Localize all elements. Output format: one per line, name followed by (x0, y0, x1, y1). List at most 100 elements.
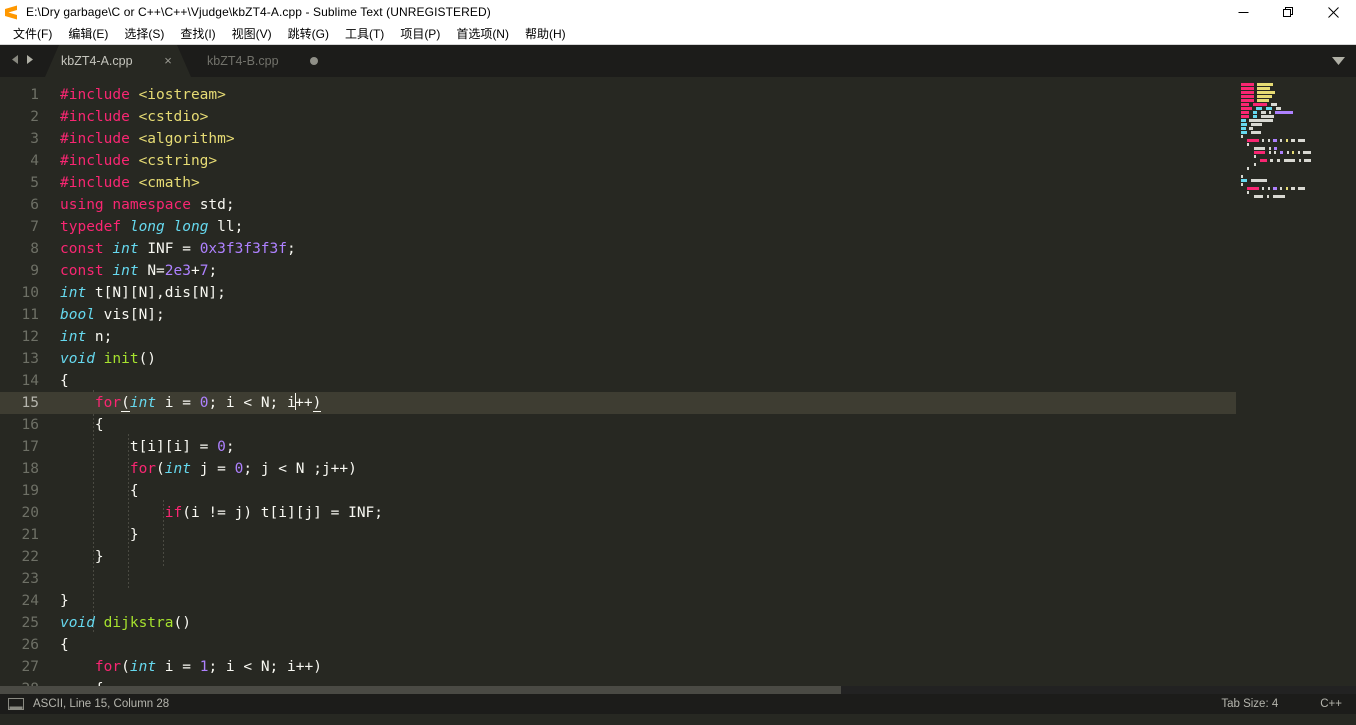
status-encoding-position: ASCII, Line 15, Column 28 (33, 698, 170, 710)
tab-kbzt4-b[interactable]: kbZT4-B.cpp (191, 45, 337, 77)
line-number: 19 (21, 483, 39, 499)
code-line[interactable]: #include <algorithm> (48, 128, 1236, 150)
status-right-group: Tab Size: 4 C++ (1221, 694, 1356, 714)
minimap-line (1240, 139, 1352, 142)
code-line[interactable]: #include <cstdio> (48, 106, 1236, 128)
code-line[interactable]: t[i][i] = 0; (48, 436, 1236, 458)
menu-item-view[interactable]: 视图(V) (224, 25, 280, 44)
tab-kbzt4-a[interactable]: kbZT4-A.cpp × (45, 45, 191, 77)
minimap-line (1240, 191, 1352, 194)
line-number: 18 (21, 461, 39, 477)
line-number: 15 (0, 392, 48, 414)
menu-bar: 文件(F) 编辑(E) 选择(S) 查找(I) 视图(V) 跳转(G) 工具(T… (0, 24, 1356, 45)
menu-item-file[interactable]: 文件(F) (5, 25, 60, 44)
minimap-line (1240, 103, 1352, 106)
code-line[interactable]: #include <cmath> (48, 172, 1236, 194)
line-number: 22 (21, 549, 39, 565)
text-cursor (294, 393, 296, 410)
minimap-line (1240, 163, 1352, 166)
line-number: 7 (30, 219, 39, 235)
tab-bar: kbZT4-A.cpp × kbZT4-B.cpp (0, 45, 1356, 77)
code-line[interactable]: if(i != j) t[i][j] = INF; (48, 502, 1236, 524)
line-number: 14 (21, 373, 39, 389)
title-bar: E:\Dry garbage\C or C++\C++\Vjudge\kbZT4… (0, 0, 1356, 24)
menu-item-help[interactable]: 帮助(H) (517, 25, 574, 44)
line-number: 25 (21, 615, 39, 631)
code-line[interactable]: } (48, 590, 1236, 612)
line-number: 27 (21, 659, 39, 675)
minimap-line (1240, 187, 1352, 190)
chevron-right-icon[interactable] (25, 52, 34, 70)
line-number: 13 (21, 351, 39, 367)
minimap-line (1240, 87, 1352, 90)
minimap-line (1240, 183, 1352, 186)
minimize-button[interactable] (1221, 0, 1266, 24)
code-line[interactable]: } (48, 546, 1236, 568)
close-button[interactable] (1311, 0, 1356, 24)
line-number: 17 (21, 439, 39, 455)
line-number-gutter: 1 2 3 4 5 6 7 8 9 10 11 12 13 14 15 16 17 18 19 20 21 22 23 24 2… (0, 77, 48, 694)
menu-item-edit[interactable]: 编辑(E) (60, 25, 116, 44)
menu-item-goto[interactable]: 跳转(G) (280, 25, 337, 44)
minimap-line (1240, 123, 1352, 126)
line-number: 8 (30, 241, 39, 257)
code-line[interactable]: { (48, 480, 1236, 502)
scrollbar-thumb[interactable] (0, 686, 841, 694)
tab-label: kbZT4-B.cpp (207, 54, 279, 68)
minimap-line (1240, 135, 1352, 138)
tab-close-icon[interactable]: × (161, 54, 175, 67)
minimap-line (1240, 83, 1352, 86)
code-line[interactable]: { (48, 414, 1236, 436)
menu-item-project[interactable]: 项目(P) (392, 25, 448, 44)
line-number: 9 (30, 263, 39, 279)
line-number: 2 (30, 109, 39, 125)
code-line[interactable]: typedef long long ll; (48, 216, 1236, 238)
line-number: 1 (30, 87, 39, 103)
minimap-line (1240, 195, 1352, 198)
status-bar: ASCII, Line 15, Column 28 Tab Size: 4 C+… (0, 694, 1356, 714)
code-line[interactable]: using namespace std; (48, 194, 1236, 216)
code-line[interactable]: #include <iostream> (48, 84, 1236, 106)
code-line[interactable]: const int INF = 0x3f3f3f3f; (48, 238, 1236, 260)
code-line[interactable]: for(int i = 1; i < N; i++) (48, 656, 1236, 678)
minimap-line (1240, 99, 1352, 102)
code-line[interactable]: void dijkstra() (48, 612, 1236, 634)
code-line[interactable]: for(int i = 0; i < N; i++) (48, 392, 1236, 414)
status-tab-size[interactable]: Tab Size: 4 (1221, 698, 1278, 710)
status-syntax[interactable]: C++ (1320, 698, 1342, 710)
code-line[interactable]: { (48, 370, 1236, 392)
code-line[interactable]: bool vis[N]; (48, 304, 1236, 326)
line-number: 5 (30, 175, 39, 191)
minimap-line (1240, 107, 1352, 110)
line-number: 4 (30, 153, 39, 169)
line-number: 11 (21, 307, 39, 323)
code-line[interactable] (48, 568, 1236, 590)
menu-item-tools[interactable]: 工具(T) (337, 25, 392, 44)
horizontal-scrollbar[interactable] (0, 686, 1356, 694)
minimap-line (1240, 151, 1352, 154)
code-line[interactable]: int n; (48, 326, 1236, 348)
editor-area[interactable]: 1 2 3 4 5 6 7 8 9 10 11 12 13 14 15 16 17 18 19 20 21 22 23 24 2… (0, 77, 1356, 694)
menu-item-preferences[interactable]: 首选项(N) (448, 25, 517, 44)
code-line[interactable]: const int N=2e3+7; (48, 260, 1236, 282)
tab-unsaved-dot-icon[interactable] (310, 57, 318, 65)
maximize-button[interactable] (1266, 0, 1311, 24)
line-number: 21 (21, 527, 39, 543)
code-line[interactable]: void init() (48, 348, 1236, 370)
menu-item-find[interactable]: 查找(I) (172, 25, 223, 44)
code-line[interactable]: #include <cstring> (48, 150, 1236, 172)
chevron-left-icon[interactable] (11, 52, 20, 70)
console-panel-icon[interactable] (8, 698, 24, 710)
code-minimap[interactable] (1236, 77, 1356, 694)
code-line[interactable]: { (48, 634, 1236, 656)
line-number: 20 (21, 505, 39, 521)
code-line[interactable]: int t[N][N],dis[N]; (48, 282, 1236, 304)
chevron-down-icon (1331, 57, 1345, 65)
code-line[interactable]: for(int j = 0; j < N ;j++) (48, 458, 1236, 480)
tab-overflow-dropdown[interactable] (1320, 45, 1356, 77)
menu-item-selection[interactable]: 选择(S) (116, 25, 172, 44)
code-line[interactable]: } (48, 524, 1236, 546)
window-title: E:\Dry garbage\C or C++\C++\Vjudge\kbZT4… (26, 5, 491, 19)
code-content[interactable]: #include <iostream> #include <cstdio> #inc… (48, 77, 1236, 694)
minimap-line (1240, 175, 1352, 178)
